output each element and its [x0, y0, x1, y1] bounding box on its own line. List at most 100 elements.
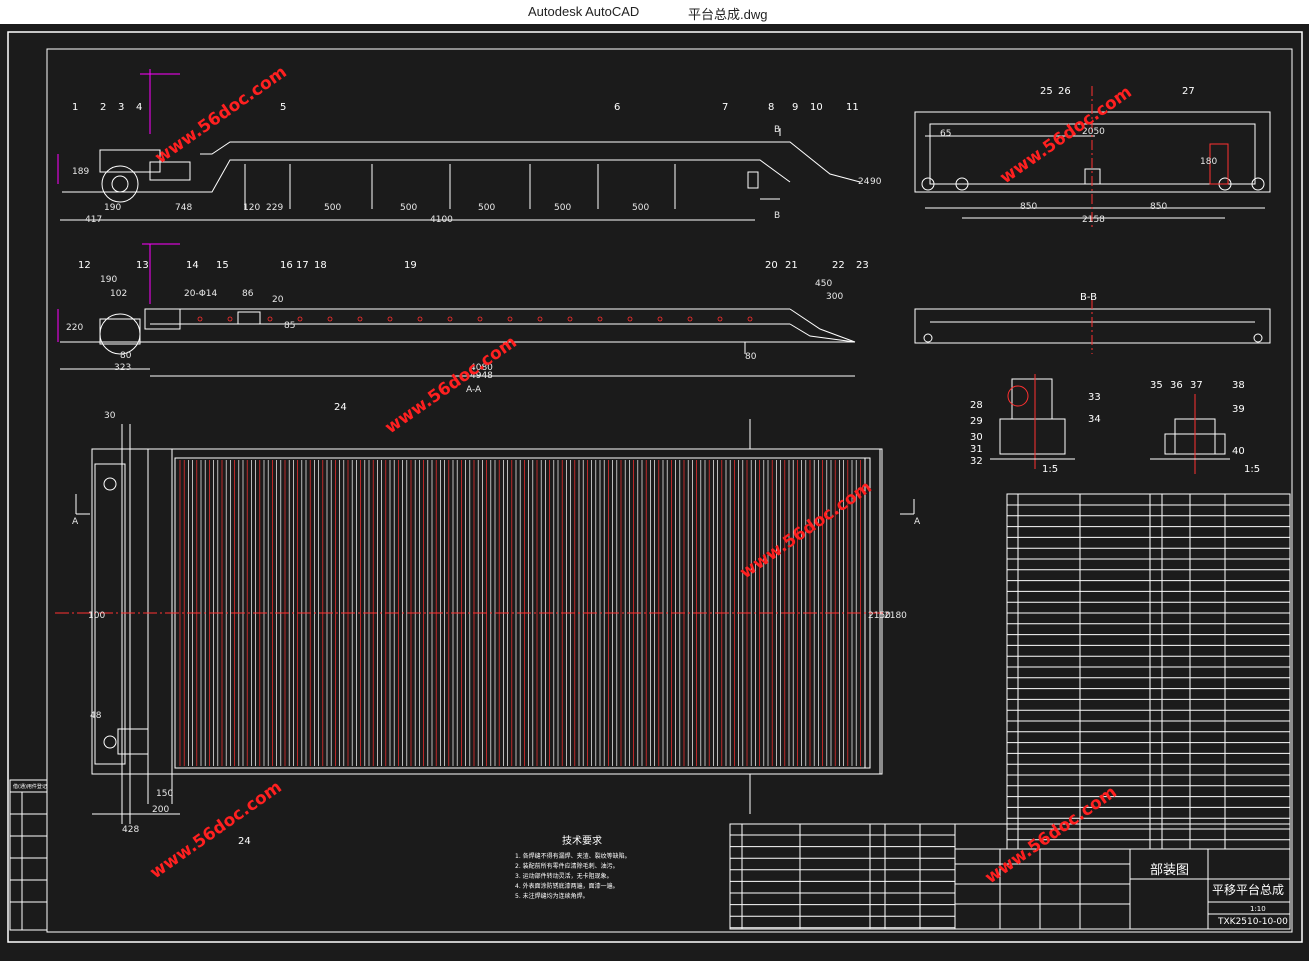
svg-text:500: 500 — [400, 203, 417, 213]
svg-text:20-Φ14: 20-Φ14 — [184, 289, 218, 299]
svg-text:部装图: 部装图 — [1150, 863, 1189, 878]
svg-text:850: 850 — [1020, 202, 1037, 212]
svg-text:500: 500 — [632, 203, 649, 213]
watermark-text: www.56doc.com — [996, 82, 1135, 188]
svg-text:19: 19 — [404, 260, 417, 271]
svg-text:180: 180 — [1200, 157, 1217, 167]
svg-text:1: 1 — [72, 102, 78, 113]
svg-text:20: 20 — [272, 295, 284, 305]
svg-text:229: 229 — [266, 203, 283, 213]
svg-text:33: 33 — [1088, 392, 1101, 403]
svg-text:22: 22 — [832, 260, 845, 271]
left-stamp-label: 借(通)用件登记 — [13, 783, 47, 790]
svg-text:6: 6 — [614, 102, 620, 113]
svg-text:技术要求: 技术要求 — [562, 834, 602, 847]
svg-text:1:10: 1:10 — [1250, 905, 1266, 913]
svg-text:17: 17 — [296, 260, 309, 271]
svg-text:TXK2510-10-00: TXK2510-10-00 — [1217, 917, 1288, 927]
svg-text:1:5: 1:5 — [1244, 464, 1260, 475]
svg-text:748: 748 — [175, 203, 192, 213]
svg-text:3: 3 — [118, 102, 124, 113]
svg-text:190: 190 — [100, 275, 117, 285]
svg-text:16: 16 — [280, 260, 293, 271]
svg-text:15: 15 — [216, 260, 229, 271]
svg-text:2. 装配前所有零件应清除毛刺、油污。: 2. 装配前所有零件应清除毛刺、油污。 — [515, 862, 619, 870]
svg-text:80: 80 — [745, 352, 757, 362]
svg-text:2: 2 — [100, 102, 106, 113]
top-view-dims: 30 100 48 150 200 428 2150 2180 A A — [72, 411, 921, 835]
svg-text:7: 7 — [722, 102, 728, 113]
bom-table — [1006, 493, 1291, 850]
svg-text:86: 86 — [242, 289, 254, 299]
top-view-balloons: 24 24 — [238, 402, 347, 847]
svg-text:34: 34 — [1088, 414, 1101, 425]
svg-text:25: 25 — [1040, 86, 1053, 97]
svg-text:A: A — [72, 517, 79, 527]
svg-text:1. 各焊缝不得有漏焊、夹渣、裂纹等缺陷。: 1. 各焊缝不得有漏焊、夹渣、裂纹等缺陷。 — [515, 852, 631, 860]
watermark-text: www.56doc.com — [151, 62, 290, 168]
svg-text:A: A — [914, 517, 921, 527]
plan-view-balloons: 12 13 14 15 16 17 18 19 20 21 22 23 — [78, 260, 869, 271]
svg-text:300: 300 — [826, 292, 843, 302]
svg-text:189: 189 — [72, 167, 89, 177]
svg-text:37: 37 — [1190, 380, 1203, 391]
svg-text:12: 12 — [78, 260, 91, 271]
svg-text:150: 150 — [156, 789, 173, 799]
svg-text:30: 30 — [104, 411, 116, 421]
svg-text:850: 850 — [1150, 202, 1167, 212]
svg-text:11: 11 — [846, 102, 859, 113]
svg-text:24: 24 — [858, 177, 870, 187]
svg-text:18: 18 — [314, 260, 327, 271]
svg-text:500: 500 — [554, 203, 571, 213]
watermarks: www.56doc.com www.56doc.com www.56doc.co… — [146, 62, 1135, 888]
svg-text:29: 29 — [970, 416, 983, 427]
svg-text:10: 10 — [810, 102, 823, 113]
watermark-text: www.56doc.com — [981, 782, 1120, 888]
svg-text:500: 500 — [478, 203, 495, 213]
svg-text:24: 24 — [334, 402, 347, 413]
svg-text:450: 450 — [815, 279, 832, 289]
end-view-dims: 2050 65 180 850 850 2158 — [940, 127, 1217, 225]
svg-text:B: B — [774, 125, 780, 135]
svg-text:35: 35 — [1150, 380, 1163, 391]
svg-text:48: 48 — [90, 711, 102, 721]
detail-left — [990, 374, 1075, 469]
svg-text:417: 417 — [85, 215, 102, 225]
svg-text:1:5: 1:5 — [1042, 464, 1058, 475]
svg-text:20: 20 — [765, 260, 778, 271]
svg-text:8: 8 — [768, 102, 774, 113]
svg-text:21: 21 — [785, 260, 798, 271]
watermark-text: www.56doc.com — [381, 332, 520, 438]
svg-text:5: 5 — [280, 102, 286, 113]
section-bb-label: B-B — [1080, 292, 1097, 303]
svg-text:40: 40 — [1232, 446, 1245, 457]
window-titlebar: Autodesk AutoCAD 平台总成.dwg — [0, 0, 1309, 24]
svg-text:13: 13 — [136, 260, 149, 271]
svg-text:220: 220 — [66, 323, 83, 333]
svg-text:2180: 2180 — [884, 611, 907, 621]
svg-text:31: 31 — [970, 444, 983, 455]
svg-text:323: 323 — [114, 363, 131, 373]
svg-text:120: 120 — [243, 203, 260, 213]
svg-text:90: 90 — [870, 177, 882, 187]
svg-text:9: 9 — [792, 102, 798, 113]
svg-text:23: 23 — [856, 260, 869, 271]
svg-text:24: 24 — [238, 836, 251, 847]
svg-text:39: 39 — [1232, 404, 1245, 415]
svg-text:27: 27 — [1182, 86, 1195, 97]
svg-text:3. 运动部件转动灵活，无卡阻现象。: 3. 运动部件转动灵活，无卡阻现象。 — [515, 872, 613, 880]
svg-text:85: 85 — [284, 321, 295, 331]
svg-text:500: 500 — [324, 203, 341, 213]
svg-text:38: 38 — [1232, 380, 1245, 391]
drawing-canvas[interactable]: 1 2 3 4 5 6 7 8 9 10 11 417 190 748 120 … — [0, 24, 1309, 957]
svg-text:14: 14 — [186, 260, 199, 271]
svg-text:428: 428 — [122, 825, 139, 835]
svg-text:4100: 4100 — [430, 215, 453, 225]
svg-text:190: 190 — [104, 203, 121, 213]
tech-requirements: 技术要求 1. 各焊缝不得有漏焊、夹渣、裂纹等缺陷。 2. 装配前所有零件应清除… — [515, 834, 631, 900]
plan-view — [57, 243, 856, 377]
plan-view-bolts — [197, 316, 753, 322]
svg-text:28: 28 — [970, 400, 983, 411]
svg-text:30: 30 — [970, 432, 983, 443]
file-title: 平台总成.dwg — [688, 7, 768, 22]
